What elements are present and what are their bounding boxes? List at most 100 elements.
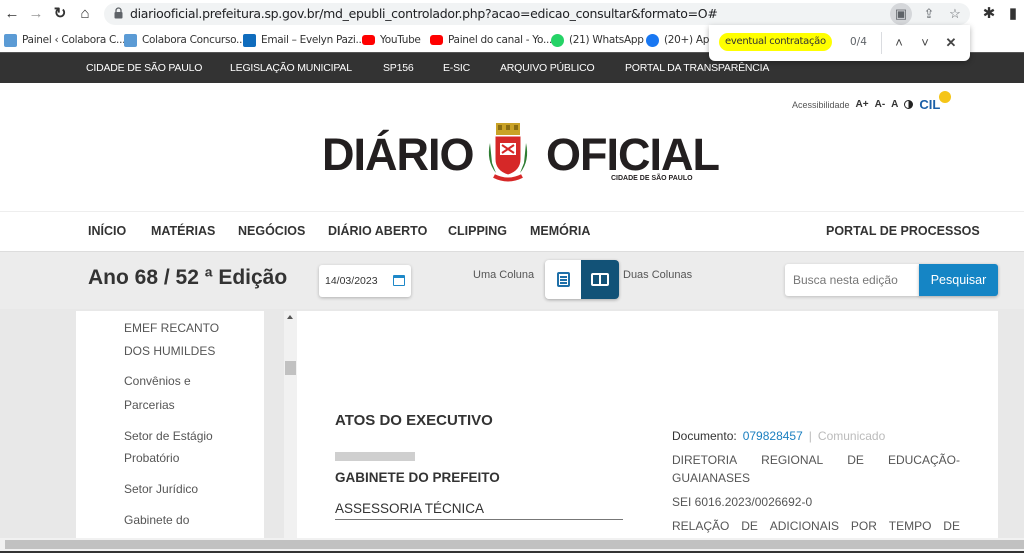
bookmark-item[interactable]: Painel do canal - Yo... xyxy=(430,32,552,48)
one-column-button[interactable] xyxy=(545,260,581,299)
logo-word-oficial: OFICIAL xyxy=(546,129,720,180)
home-icon[interactable]: ⌂ xyxy=(76,5,94,23)
back-arrow-icon[interactable]: ← xyxy=(3,5,21,23)
sidebar-item[interactable]: Gabinete do xyxy=(124,509,189,532)
bookmark-star-icon[interactable]: ☆ xyxy=(946,6,964,22)
colabora-icon xyxy=(4,33,17,47)
calendar-icon[interactable] xyxy=(393,275,405,286)
colabora-icon xyxy=(124,33,137,47)
side-panel-icon[interactable]: ▮ xyxy=(1004,5,1022,23)
sidebar-scrollbar[interactable] xyxy=(284,311,297,538)
unit-heading: ASSESSORIA TÉCNICA xyxy=(335,501,485,516)
two-columns-button[interactable] xyxy=(581,260,619,299)
nav-portal-processos[interactable]: PORTAL DE PROCESSOS xyxy=(826,224,980,238)
horizontal-scrollbar[interactable] xyxy=(0,538,1024,551)
cil-link[interactable]: CIL xyxy=(919,91,952,112)
sidebar-item[interactable]: Convênios e xyxy=(124,370,191,393)
scrollbar-thumb[interactable] xyxy=(285,361,296,375)
find-next-icon[interactable]: ˅ xyxy=(915,33,935,53)
nav-materias[interactable]: MATÉRIAS xyxy=(151,224,215,238)
outlook-icon xyxy=(243,33,256,47)
body-line: RELAÇÃO DE ADICIONAIS POR TEMPO DE xyxy=(672,517,960,535)
font-reset-button[interactable]: A xyxy=(891,99,898,110)
meta-separator: | xyxy=(808,429,812,443)
scroll-up-arrow-icon[interactable] xyxy=(287,315,293,319)
lock-icon xyxy=(114,7,123,19)
sao-paulo-crest-icon xyxy=(488,123,528,182)
body-word: DE xyxy=(847,453,864,467)
sidebar-item[interactable]: DOS HUMILDES xyxy=(124,340,215,363)
two-columns-icon xyxy=(591,273,609,286)
top-link-legislacao[interactable]: LEGISLAÇÃO MUNICIPAL xyxy=(230,62,352,74)
sei-number: SEI 6016.2023/0026692-0 xyxy=(672,495,813,509)
bookmark-item[interactable]: (20+) Apoi xyxy=(646,32,718,48)
bookmark-item[interactable]: Colabora Concurso... xyxy=(124,32,245,48)
accessibility-bar: Acessibilidade A+ A- A CIL xyxy=(792,91,952,112)
logo-subtitle: CIDADE DE SÃO PAULO xyxy=(611,175,693,182)
document-entry: Documento: 079828457 | Comunicado DIRETO… xyxy=(672,425,960,535)
forward-arrow-icon[interactable]: → xyxy=(27,5,45,23)
find-in-page-bar: eventual contratação 0/4 ˄ ˅ ✕ xyxy=(709,25,970,61)
bookmark-item[interactable]: (21) WhatsApp xyxy=(551,32,644,48)
body-word: EDUCAÇÃO- xyxy=(887,453,960,467)
body-word: REGIONAL xyxy=(761,453,824,467)
section-heading: ATOS DO EXECUTIVO xyxy=(335,412,493,429)
accessibility-label: Acessibilidade xyxy=(792,99,850,110)
whatsapp-icon xyxy=(551,33,564,47)
edition-toolbar: Ano 68 / 52 ª Edição 14/03/2023 Uma Colu… xyxy=(0,251,1024,309)
top-link-esic[interactable]: E-SIC xyxy=(443,62,470,74)
reload-icon[interactable]: ↻ xyxy=(51,5,69,23)
body-word: TEMPO xyxy=(888,519,932,533)
scrollbar-thumb[interactable] xyxy=(5,540,1024,549)
document-type: Comunicado xyxy=(817,429,886,443)
hand-icon xyxy=(939,91,952,103)
top-link-cidade[interactable]: CIDADE DE SÃO PAULO xyxy=(86,62,202,74)
font-increase-button[interactable]: A+ xyxy=(856,99,869,110)
find-close-icon[interactable]: ✕ xyxy=(941,33,961,53)
body-word: ADICIONAIS xyxy=(769,519,840,533)
bookmark-item[interactable]: Painel ‹ Colabora C... xyxy=(4,32,125,48)
body-word: POR xyxy=(850,519,877,533)
nav-memoria[interactable]: MEMÓRIA xyxy=(530,224,590,238)
sidebar-item[interactable]: Parcerias xyxy=(124,394,175,417)
sidebar-item[interactable]: EMEF RECANTO xyxy=(124,317,219,340)
edition-search-input[interactable] xyxy=(785,264,920,296)
document-panel: ATOS DO EXECUTIVO GABINETE DO PREFEITO A… xyxy=(297,311,998,538)
top-link-sp156[interactable]: SP156 xyxy=(383,62,414,74)
url-text: diariooficial.prefeitura.sp.gov.br/md_ep… xyxy=(130,6,718,21)
top-link-arquivo[interactable]: ARQUIVO PÚBLICO xyxy=(500,62,595,74)
search-button[interactable]: Pesquisar xyxy=(919,264,998,296)
sidebar-item[interactable]: Setor Jurídico xyxy=(124,478,198,501)
page-search-icon[interactable]: ▣ xyxy=(892,6,910,22)
nav-inicio[interactable]: INÍCIO xyxy=(88,224,126,238)
organ-heading: GABINETE DO PREFEITO xyxy=(335,470,500,485)
extensions-puzzle-icon[interactable]: ✱ xyxy=(980,5,998,23)
sidebar-item[interactable]: Probatório xyxy=(124,447,179,470)
nav-clipping[interactable]: CLIPPING xyxy=(448,224,507,238)
top-link-transparencia[interactable]: PORTAL DA TRANSPARÊNCIA xyxy=(625,62,769,74)
bookmark-item[interactable]: YouTube xyxy=(362,32,421,48)
date-value: 14/03/2023 xyxy=(325,275,378,287)
edition-date-picker[interactable]: 14/03/2023 xyxy=(319,265,411,297)
find-previous-icon[interactable]: ˄ xyxy=(889,33,909,53)
site-header: Acessibilidade A+ A- A CIL DIÁRIO OFICIA… xyxy=(0,83,1024,211)
single-column-icon xyxy=(557,272,570,287)
bookmark-item[interactable]: Email – Evelyn Pazi... xyxy=(243,32,365,48)
body-word: DIRETORIA xyxy=(672,453,738,467)
find-input[interactable]: eventual contratação xyxy=(719,33,832,51)
sections-sidebar: EMEF RECANTO DOS HUMILDES Convênios e Pa… xyxy=(76,311,264,538)
address-bar[interactable]: diariooficial.prefeitura.sp.gov.br/md_ep… xyxy=(104,3,970,25)
find-count: 0/4 xyxy=(850,36,867,48)
document-number-link[interactable]: 079828457 xyxy=(743,429,803,443)
one-column-label: Uma Coluna xyxy=(473,269,535,281)
sidebar-item[interactable]: Setor de Estágio xyxy=(124,425,213,448)
contrast-icon[interactable] xyxy=(904,100,914,109)
youtube-icon xyxy=(362,35,375,45)
body-line: DIRETORIA REGIONAL DE EDUCAÇÃO- xyxy=(672,451,960,469)
font-decrease-button[interactable]: A- xyxy=(875,99,886,110)
share-icon[interactable]: ⇪ xyxy=(920,6,938,22)
nav-diario-aberto[interactable]: DIÁRIO ABERTO xyxy=(328,224,427,238)
nav-negocios[interactable]: NEGÓCIOS xyxy=(238,224,305,238)
logo-word-diario: DIÁRIO xyxy=(322,129,474,180)
unit-underline xyxy=(335,519,623,520)
